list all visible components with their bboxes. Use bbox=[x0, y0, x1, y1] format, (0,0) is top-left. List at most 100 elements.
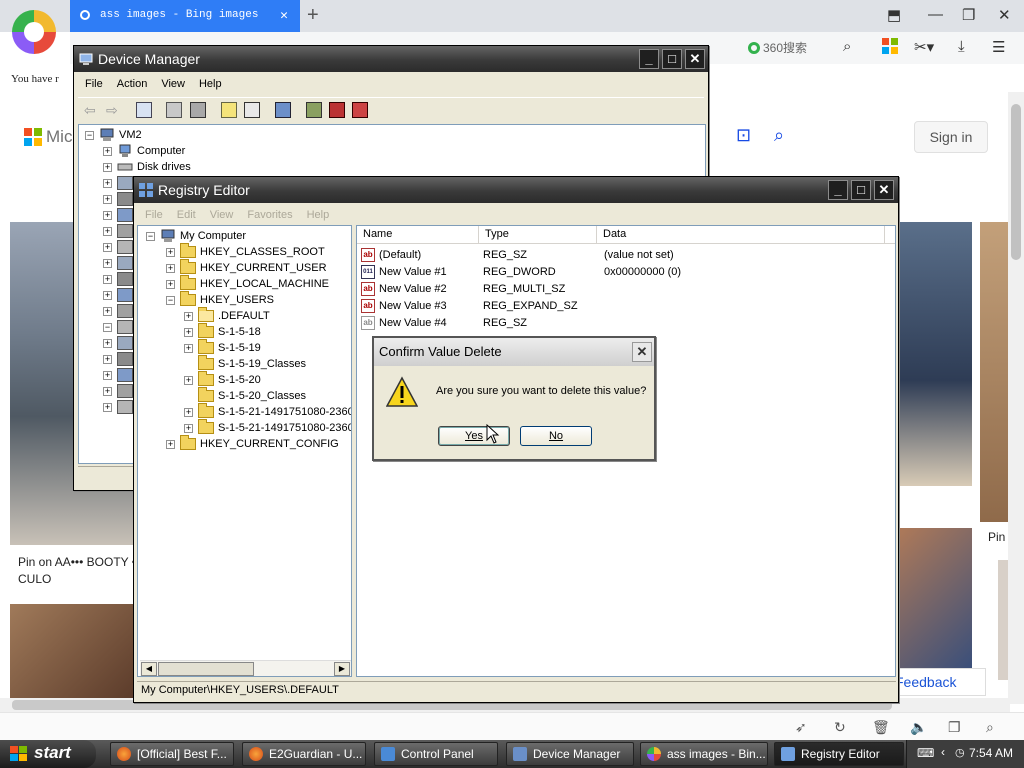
image-result-tile[interactable] bbox=[896, 222, 972, 486]
browser-logo-icon[interactable] bbox=[12, 10, 56, 54]
update-driver-icon[interactable] bbox=[306, 102, 322, 118]
menu-edit[interactable]: Edit bbox=[170, 206, 203, 224]
expand-icon[interactable]: + bbox=[103, 195, 112, 204]
uninstall-icon[interactable] bbox=[352, 102, 368, 118]
collapse-icon[interactable]: − bbox=[166, 296, 175, 305]
expand-icon[interactable]: + bbox=[103, 227, 112, 236]
sign-in-button[interactable]: Sign in bbox=[914, 121, 988, 153]
expand-icon[interactable]: + bbox=[103, 147, 112, 156]
menu-help[interactable]: Help bbox=[300, 206, 337, 224]
expand-icon[interactable]: + bbox=[103, 307, 112, 316]
expand-icon[interactable]: + bbox=[184, 344, 193, 353]
expand-icon[interactable]: + bbox=[103, 163, 112, 172]
expand-icon[interactable]: + bbox=[166, 440, 175, 449]
expand-icon[interactable]: + bbox=[103, 291, 112, 300]
close-window-icon[interactable]: ✕ bbox=[998, 6, 1011, 24]
download-icon[interactable]: ⤓ bbox=[958, 38, 965, 55]
expand-icon[interactable]: + bbox=[166, 248, 175, 257]
taskbar-item-active[interactable]: Registry Editor bbox=[774, 742, 904, 766]
properties-icon[interactable] bbox=[166, 102, 182, 118]
expand-icon[interactable]: + bbox=[184, 424, 193, 433]
image-caption[interactable]: Pin on AA••• BOOTY • CULO bbox=[18, 554, 138, 588]
column-header-name[interactable]: Name bbox=[357, 226, 479, 243]
print-icon[interactable] bbox=[190, 102, 206, 118]
scissors-icon[interactable]: ✂▾ bbox=[914, 38, 934, 56]
microsoft-logo-icon[interactable] bbox=[24, 128, 42, 146]
collapse-icon[interactable]: − bbox=[146, 232, 155, 241]
page-scrollbar-thumb[interactable] bbox=[1011, 104, 1021, 260]
expand-icon[interactable]: + bbox=[103, 355, 112, 364]
taskbar-item[interactable]: Control Panel bbox=[374, 742, 498, 766]
forward-icon[interactable]: ⇨ bbox=[106, 102, 122, 118]
close-button[interactable]: ✕ bbox=[685, 49, 705, 69]
menu-file[interactable]: File bbox=[138, 206, 170, 224]
apps-grid-icon[interactable] bbox=[882, 38, 898, 58]
expand-icon[interactable]: + bbox=[103, 403, 112, 412]
bing-search-icon[interactable]: ⌕ bbox=[774, 125, 784, 146]
zoom-icon[interactable]: ⌕ bbox=[986, 719, 994, 736]
shirt-icon[interactable]: ⬒ bbox=[887, 6, 901, 24]
no-button[interactable]: No bbox=[520, 426, 592, 446]
trash-icon[interactable]: 🗑 bbox=[872, 719, 890, 736]
feedback-button[interactable]: Feedback bbox=[886, 668, 986, 696]
disable-icon[interactable] bbox=[329, 102, 345, 118]
window-icon[interactable]: ❐ bbox=[948, 719, 961, 736]
menu-help[interactable]: Help bbox=[192, 75, 229, 93]
visual-search-icon[interactable]: ⊡ bbox=[736, 125, 751, 146]
expand-icon[interactable]: + bbox=[184, 376, 193, 385]
view-icon[interactable] bbox=[244, 102, 260, 118]
expand-icon[interactable]: + bbox=[103, 179, 112, 188]
taskbar-item[interactable]: Device Manager bbox=[506, 742, 634, 766]
tray-chevron-icon[interactable]: ‹ bbox=[941, 745, 945, 759]
menu-favorites[interactable]: Favorites bbox=[240, 206, 299, 224]
expand-icon[interactable]: + bbox=[166, 264, 175, 273]
close-tab-icon[interactable]: ✕ bbox=[280, 8, 288, 23]
clock[interactable]: 7:54 AM bbox=[969, 746, 1013, 760]
menu-icon[interactable]: ☰ bbox=[992, 38, 1005, 56]
expand-icon[interactable]: + bbox=[103, 211, 112, 220]
column-header-type[interactable]: Type bbox=[479, 226, 597, 243]
expand-icon[interactable]: + bbox=[103, 259, 112, 268]
expand-icon[interactable]: + bbox=[103, 275, 112, 284]
expand-icon[interactable]: + bbox=[103, 387, 112, 396]
expand-icon[interactable]: + bbox=[184, 408, 193, 417]
expand-icon[interactable]: + bbox=[184, 312, 193, 321]
image-caption[interactable]: Pin bbox=[988, 529, 1005, 546]
minimize-button[interactable]: _ bbox=[639, 49, 659, 69]
dialog-close-button[interactable]: ✕ bbox=[632, 342, 652, 362]
help-icon[interactable] bbox=[221, 102, 237, 118]
scan-hardware-icon[interactable] bbox=[275, 102, 291, 118]
search-engine-indicator[interactable]: 360搜索 bbox=[748, 39, 807, 56]
registry-editor-titlebar[interactable]: Registry Editor bbox=[134, 177, 898, 203]
collapse-icon[interactable]: − bbox=[85, 131, 94, 140]
expand-icon[interactable]: + bbox=[166, 280, 175, 289]
show-hide-tree-icon[interactable] bbox=[136, 102, 152, 118]
keyboard-icon[interactable]: ⌨ bbox=[917, 746, 934, 760]
menu-action[interactable]: Action bbox=[110, 75, 155, 93]
image-result-tile[interactable] bbox=[10, 604, 134, 700]
expand-icon[interactable]: + bbox=[103, 339, 112, 348]
rocket-icon[interactable]: ➶ bbox=[795, 719, 807, 736]
image-result-tile[interactable] bbox=[896, 528, 972, 668]
search-icon[interactable]: ⌕ bbox=[843, 38, 851, 55]
refresh-icon[interactable]: ↻ bbox=[834, 719, 846, 736]
minimize-button[interactable]: _ bbox=[828, 180, 848, 200]
dialog-titlebar[interactable]: Confirm Value Delete bbox=[374, 338, 654, 366]
tree-horizontal-scrollbar[interactable]: ◀ ▶ bbox=[140, 660, 351, 676]
taskbar-item[interactable]: E2Guardian - U... bbox=[242, 742, 366, 766]
menu-view[interactable]: View bbox=[203, 206, 241, 224]
image-result-tile[interactable] bbox=[998, 560, 1008, 680]
close-button[interactable]: ✕ bbox=[874, 180, 894, 200]
scroll-right-icon[interactable]: ▶ bbox=[334, 662, 350, 676]
sound-icon[interactable]: 🔈 bbox=[910, 719, 927, 736]
scroll-thumb[interactable] bbox=[158, 662, 254, 676]
new-tab-button[interactable]: + bbox=[307, 4, 319, 27]
menu-file[interactable]: File bbox=[78, 75, 110, 93]
back-icon[interactable]: ⇦ bbox=[84, 102, 100, 118]
collapse-icon[interactable]: − bbox=[103, 323, 112, 332]
expand-icon[interactable]: + bbox=[103, 243, 112, 252]
column-header-data[interactable]: Data bbox=[597, 226, 885, 243]
device-manager-titlebar[interactable]: Device Manager bbox=[74, 46, 708, 72]
expand-icon[interactable]: + bbox=[184, 328, 193, 337]
menu-view[interactable]: View bbox=[154, 75, 192, 93]
